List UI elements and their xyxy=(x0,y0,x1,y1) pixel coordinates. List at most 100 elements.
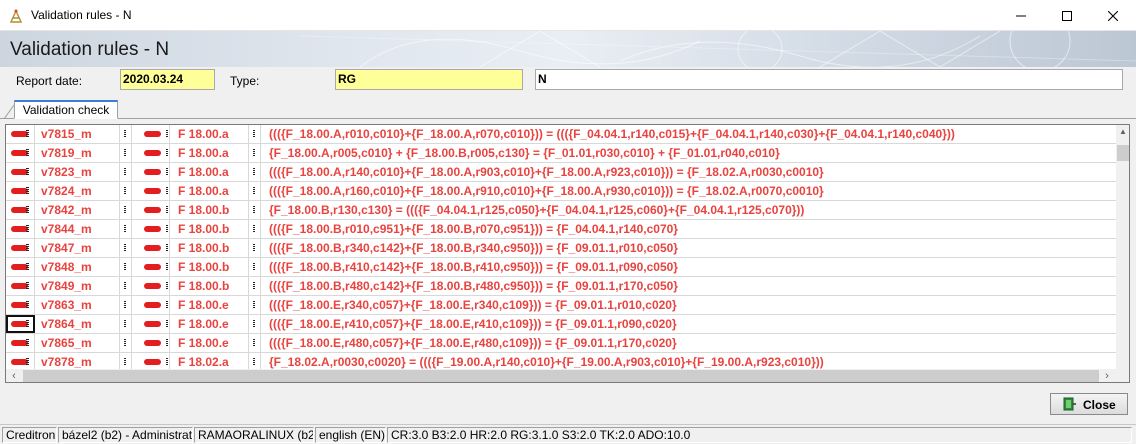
table-row[interactable]: v7865_m F 18.00.e ((({F_18.00.E,r480,c057}… xyxy=(6,334,1116,353)
rule-code-cell[interactable]: v7847_m xyxy=(35,239,120,257)
vertical-scrollbar[interactable]: ▲ xyxy=(1116,125,1129,369)
row-flag-cell[interactable] xyxy=(132,239,170,257)
row-flag-cell[interactable] xyxy=(132,258,170,276)
table-row[interactable]: v7878_m F 18.02.a {F_18.02.A,r0030,c0020} … xyxy=(6,353,1116,369)
row-status-cell[interactable] xyxy=(6,258,35,276)
table-ref-cell[interactable]: F 18.00.a xyxy=(170,125,249,143)
formula-cell[interactable]: ((({F_18.00.A,r140,c010}+{F_18.00.A,r903… xyxy=(261,163,1116,181)
row-status-cell[interactable] xyxy=(6,182,35,200)
row-flag-cell[interactable] xyxy=(132,125,170,143)
report-date-field[interactable]: 2020.03.24 xyxy=(120,69,215,90)
type-field[interactable]: RG xyxy=(335,69,523,90)
error-status-icon xyxy=(11,206,29,214)
formula-cell[interactable]: ((({F_18.00.E,r480,c057}+{F_18.00.E,r480… xyxy=(261,334,1116,352)
column-grip xyxy=(249,220,261,238)
row-flag-cell[interactable] xyxy=(132,296,170,314)
vertical-scroll-thumb[interactable] xyxy=(1117,145,1129,161)
formula-cell[interactable]: ((({F_18.00.B,r340,c142}+{F_18.00.B,r340… xyxy=(261,239,1116,257)
table-row[interactable]: v7823_m F 18.00.a ((({F_18.00.A,r140,c010}… xyxy=(6,163,1116,182)
close-button[interactable]: Close xyxy=(1050,393,1128,415)
row-flag-cell[interactable] xyxy=(132,353,170,369)
row-flag-cell[interactable] xyxy=(132,144,170,162)
row-status-cell[interactable] xyxy=(6,144,35,162)
horizontal-scrollbar[interactable]: ‹ › xyxy=(6,369,1116,382)
rule-code-cell[interactable]: v7864_m xyxy=(35,315,120,333)
formula-cell[interactable]: ((({F_18.00.B,r410,c142}+{F_18.00.B,r410… xyxy=(261,258,1116,276)
table-ref-cell[interactable]: F 18.00.b xyxy=(170,220,249,238)
scroll-left-icon[interactable]: ‹ xyxy=(7,369,21,382)
formula-cell[interactable]: {F_18.00.A,r005,c010} + {F_18.00.B,r005,… xyxy=(261,144,1116,162)
table-row[interactable]: v7815_m F 18.00.a ((({F_18.00.A,r010,c010}… xyxy=(6,125,1116,144)
close-window-button[interactable] xyxy=(1090,0,1136,31)
row-status-cell[interactable] xyxy=(6,125,35,143)
rule-code-cell[interactable]: v7823_m xyxy=(35,163,120,181)
rule-code-cell[interactable]: v7863_m xyxy=(35,296,120,314)
rule-code-cell[interactable]: v7848_m xyxy=(35,258,120,276)
maximize-button[interactable] xyxy=(1044,0,1090,31)
row-status-cell[interactable] xyxy=(6,239,35,257)
rule-code-cell[interactable]: v7815_m xyxy=(35,125,120,143)
table-row[interactable]: v7819_m F 18.00.a {F_18.00.A,r005,c010} + … xyxy=(6,144,1116,163)
row-status-cell[interactable] xyxy=(6,315,35,333)
table-ref-cell[interactable]: F 18.00.e xyxy=(170,334,249,352)
tab-divider xyxy=(0,118,1136,119)
table-row[interactable]: v7824_m F 18.00.a ((({F_18.00.A,r160,c010}… xyxy=(6,182,1116,201)
table-row[interactable]: v7863_m F 18.00.e ((({F_18.00.E,r340,c057}… xyxy=(6,296,1116,315)
row-status-cell[interactable] xyxy=(6,277,35,295)
row-flag-cell[interactable] xyxy=(132,182,170,200)
row-flag-cell[interactable] xyxy=(132,201,170,219)
table-ref-cell[interactable]: F 18.00.a xyxy=(170,163,249,181)
grip-icon xyxy=(166,244,168,252)
row-flag-cell[interactable] xyxy=(132,277,170,295)
formula-cell[interactable]: {F_18.00.B,r130,c130} = ((({F_04.04.1,r1… xyxy=(261,201,1116,219)
formula-cell[interactable]: ((({F_18.00.A,r010,c010}+{F_18.00.A,r070… xyxy=(261,125,1116,143)
rule-code-cell[interactable]: v7819_m xyxy=(35,144,120,162)
button-bar: Close xyxy=(0,383,1136,423)
rule-code-cell[interactable]: v7824_m xyxy=(35,182,120,200)
table-ref-cell[interactable]: F 18.00.a xyxy=(170,144,249,162)
horizontal-scroll-thumb[interactable] xyxy=(23,370,1099,382)
table-row[interactable]: v7842_m F 18.00.b {F_18.00.B,r130,c130} = … xyxy=(6,201,1116,220)
rule-code-cell[interactable]: v7842_m xyxy=(35,201,120,219)
formula-cell[interactable]: ((({F_18.00.B,r480,c142}+{F_18.00.B,r480… xyxy=(261,277,1116,295)
row-status-cell[interactable] xyxy=(6,296,35,314)
table-ref-cell[interactable]: F 18.00.a xyxy=(170,182,249,200)
table-row[interactable]: v7847_m F 18.00.b ((({F_18.00.B,r340,c142}… xyxy=(6,239,1116,258)
rule-code-cell[interactable]: v7849_m xyxy=(35,277,120,295)
tab-validation-check[interactable]: Validation check xyxy=(14,100,118,119)
row-flag-cell[interactable] xyxy=(132,220,170,238)
row-status-cell[interactable] xyxy=(6,220,35,238)
row-status-cell[interactable] xyxy=(6,163,35,181)
formula-cell[interactable]: ((({F_18.00.E,r340,c057}+{F_18.00.E,r340… xyxy=(261,296,1116,314)
table-row[interactable]: v7864_m F 18.00.e ((({F_18.00.E,r410,c057}… xyxy=(6,315,1116,334)
table-ref-cell[interactable]: F 18.00.e xyxy=(170,296,249,314)
table-row[interactable]: v7848_m F 18.00.b ((({F_18.00.B,r410,c142}… xyxy=(6,258,1116,277)
row-status-cell[interactable] xyxy=(6,334,35,352)
minimize-button[interactable] xyxy=(998,0,1044,31)
error-status-icon xyxy=(11,263,29,271)
formula-cell[interactable]: ((({F_18.00.B,r010,c951}+{F_18.00.B,r070… xyxy=(261,220,1116,238)
table-row[interactable]: v7849_m F 18.00.b ((({F_18.00.B,r480,c142}… xyxy=(6,277,1116,296)
formula-cell[interactable]: {F_18.02.A,r0030,c0020} = ((({F_19.00.A,… xyxy=(261,353,1116,369)
rule-code-cell[interactable]: v7844_m xyxy=(35,220,120,238)
rule-code-cell[interactable]: v7865_m xyxy=(35,334,120,352)
grip-icon xyxy=(166,168,168,176)
row-status-cell[interactable] xyxy=(6,201,35,219)
table-ref-cell[interactable]: F 18.02.a xyxy=(170,353,249,369)
table-row[interactable]: v7844_m F 18.00.b ((({F_18.00.B,r010,c951}… xyxy=(6,220,1116,239)
row-flag-cell[interactable] xyxy=(132,334,170,352)
formula-cell[interactable]: ((({F_18.00.E,r410,c057}+{F_18.00.E,r410… xyxy=(261,315,1116,333)
table-ref-cell[interactable]: F 18.00.b xyxy=(170,258,249,276)
table-ref-cell[interactable]: F 18.00.e xyxy=(170,315,249,333)
row-flag-cell[interactable] xyxy=(132,315,170,333)
row-flag-cell[interactable] xyxy=(132,163,170,181)
table-ref-cell[interactable]: F 18.00.b xyxy=(170,201,249,219)
table-ref-cell[interactable]: F 18.00.b xyxy=(170,277,249,295)
formula-cell[interactable]: ((({F_18.00.A,r160,c010}+{F_18.00.A,r910… xyxy=(261,182,1116,200)
rule-code-cell[interactable]: v7878_m xyxy=(35,353,120,369)
name-field[interactable]: N xyxy=(535,69,1123,90)
row-status-cell[interactable] xyxy=(6,353,35,369)
scroll-right-icon[interactable]: › xyxy=(1100,369,1114,382)
table-ref-cell[interactable]: F 18.00.b xyxy=(170,239,249,257)
scroll-up-icon[interactable]: ▲ xyxy=(1116,125,1129,139)
